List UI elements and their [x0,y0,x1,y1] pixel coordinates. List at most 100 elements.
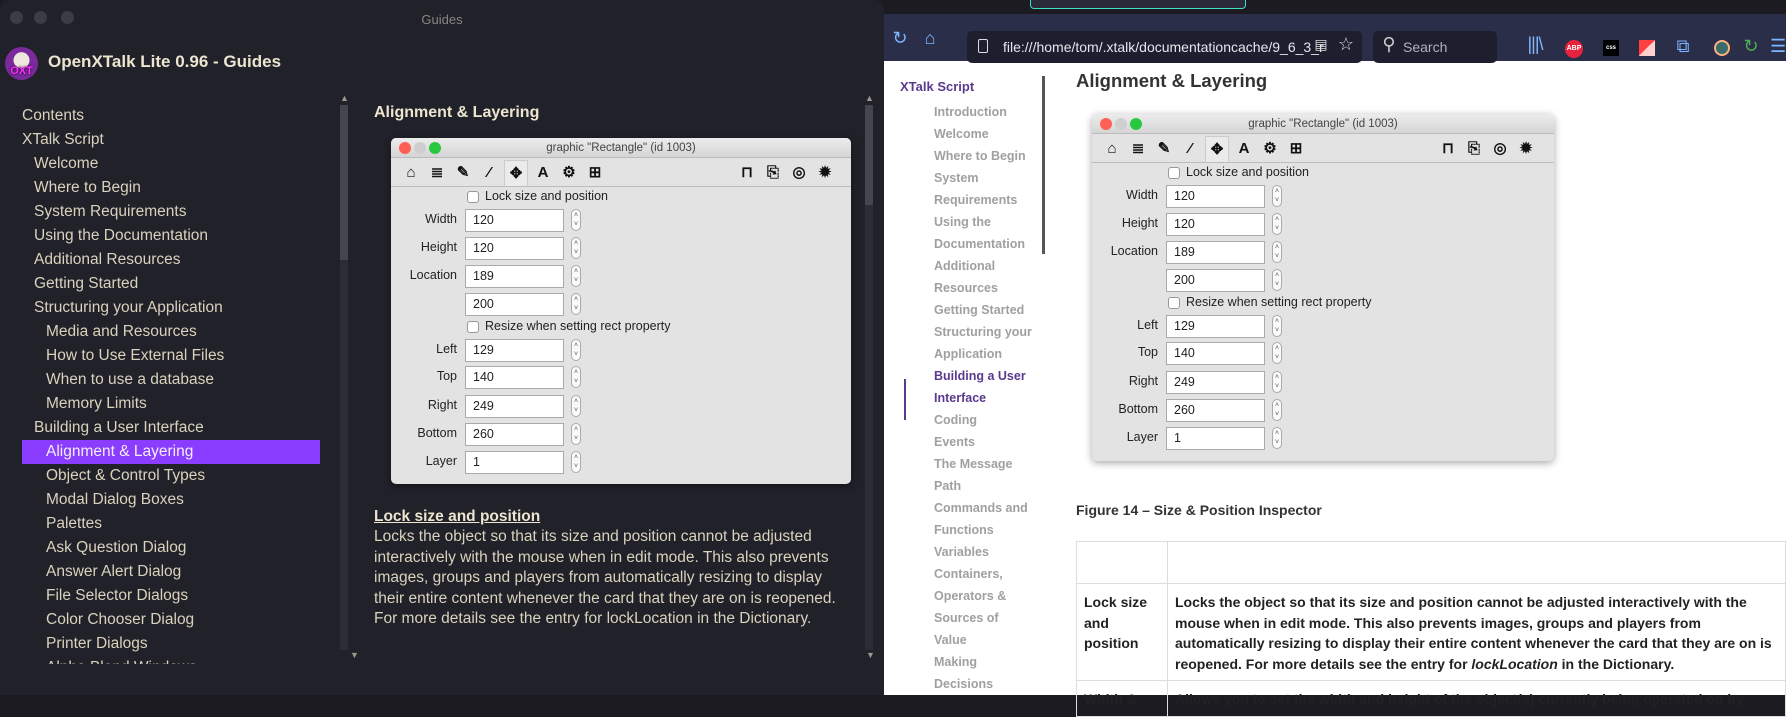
layer-field[interactable]: 1 [465,451,564,474]
sidebar-item[interactable]: Contents [22,104,320,128]
nav-item[interactable]: Commands and Functions [934,497,1034,541]
nav-item[interactable]: Getting Started [934,299,1034,321]
inspector-zoom[interactable] [1130,118,1142,130]
left-field[interactable]: 129 [465,339,564,362]
sidebar-scroll-down[interactable]: ▼ [350,650,359,660]
text-icon[interactable]: A [531,160,555,186]
library-icon[interactable]: |||\ [1524,34,1546,54]
home-icon[interactable]: ⌂ [399,160,423,186]
sidebar-item[interactable]: Modal Dialog Boxes [22,488,320,512]
inspector-min[interactable] [1115,118,1127,130]
top-stepper[interactable]: ˄ ˅ [571,366,581,388]
sidebar-item[interactable]: Building a User Interface [22,416,320,440]
sidebar-item[interactable]: Additional Resources [22,248,320,272]
bottom-field[interactable]: 260 [1166,399,1265,422]
nav-item[interactable]: Introduction [934,101,1034,123]
inspector-min[interactable] [414,142,426,154]
right-stepper[interactable]: ˄ ˅ [571,395,581,417]
sidebar-scrollbar[interactable] [340,105,348,650]
location-field[interactable]: 189 [465,265,564,288]
puzzle-icon[interactable]: ⧉ [1674,36,1692,56]
nav-item[interactable]: The Message Path [934,453,1034,497]
refresh-green-icon[interactable]: ↻ [1742,36,1760,56]
top-stepper[interactable]: ˄ ˅ [1272,342,1282,364]
sidebar-item[interactable]: When to use a database [22,368,320,392]
nav-item[interactable]: System Requirements [934,167,1034,211]
width-field[interactable]: 120 [465,209,564,232]
sidebar-item[interactable]: Where to Begin [22,176,320,200]
avatar-icon[interactable] [1714,40,1730,56]
lock-icon[interactable]: ⊓ [1436,136,1460,162]
nav-item[interactable]: Structuring your Application [934,321,1034,365]
bottom-field[interactable]: 260 [465,423,564,446]
location-field[interactable]: 189 [1166,241,1265,264]
width-field[interactable]: 120 [1166,185,1265,208]
sidebar-item[interactable]: Printer Dialogs [22,632,320,656]
sidebar-item[interactable]: Color Chooser Dialog [22,608,320,632]
left-field[interactable]: 129 [1166,315,1265,338]
sidebar-item[interactable]: System Requirements [22,200,320,224]
lock-checkbox[interactable] [467,191,479,203]
sidebar-item[interactable]: How to Use External Files [22,344,320,368]
layer-stepper[interactable]: ˄ ˅ [1272,427,1282,449]
css-icon[interactable]: css [1603,40,1619,56]
menu-icon[interactable]: ☰ [1770,36,1786,56]
nav-item[interactable]: Where to Begin [934,145,1034,167]
nav-item[interactable]: Making Decisions [934,651,1034,695]
sidebar-item[interactable]: Palettes [22,512,320,536]
lock-checkbox[interactable] [1168,167,1180,179]
script-icon[interactable]: ⎘ [761,160,785,186]
sidebar-item[interactable]: Alignment & Layering [22,440,320,464]
left-stepper[interactable]: ˄ ˅ [1272,315,1282,337]
location-y-stepper[interactable]: ˄ ˅ [571,293,581,315]
active-tab[interactable] [1030,0,1246,9]
layer-stepper[interactable]: ˄ ˅ [571,451,581,473]
magic-wand-icon[interactable]: ⁄ [477,160,501,186]
nav-item[interactable]: Variables [934,541,1034,563]
sidebar-item[interactable]: Getting Started [22,272,320,296]
right-stepper[interactable]: ˄ ˅ [1272,371,1282,393]
sidebar-item[interactable]: Object & Control Types [22,464,320,488]
inspector-close[interactable] [399,142,411,154]
left-stepper[interactable]: ˄ ˅ [571,339,581,361]
location-y-field[interactable]: 200 [1166,269,1265,292]
move-icon[interactable]: ✥ [1205,136,1229,162]
right-field[interactable]: 249 [1166,371,1265,394]
content-scroll-up[interactable]: ▲ [865,93,874,103]
bottom-stepper[interactable]: ˄ ˅ [1272,399,1282,421]
inspector-close[interactable] [1100,118,1112,130]
width-stepper[interactable]: ˄ ˅ [571,209,581,231]
nav-item[interactable]: Using the Documentation [934,211,1034,255]
target-icon[interactable]: ◎ [1488,136,1512,162]
gear-icon[interactable]: ✹ [813,160,837,186]
bottom-stepper[interactable]: ˄ ˅ [571,423,581,445]
url-bar[interactable]: file:///home/tom/.xtalk/documentationcac… [967,31,1362,63]
nav-item[interactable]: Additional Resources [934,255,1034,299]
height-stepper[interactable]: ˄ ˅ [1272,213,1282,235]
pencil-icon[interactable]: ✎ [1152,136,1176,162]
sidebar-item[interactable]: Memory Limits [22,392,320,416]
nav-item[interactable]: Welcome [934,123,1034,145]
nav-item[interactable]: Events [934,431,1034,453]
home-icon[interactable]: ⌂ [920,28,940,48]
magic-wand-icon[interactable]: ⁄ [1178,136,1202,162]
layers-icon[interactable] [1639,40,1655,56]
resize-checkbox[interactable] [1168,297,1180,309]
database-icon[interactable]: ≣ [425,160,449,186]
text-icon[interactable]: A [1232,136,1256,162]
sidebar-item[interactable]: Ask Question Dialog [22,536,320,560]
nav-item[interactable]: Coding [934,409,1034,431]
location-y-field[interactable]: 200 [465,293,564,316]
reader-view-icon[interactable]: ▤ [1312,34,1330,54]
sidebar-scroll-up[interactable]: ▲ [340,93,349,103]
pencil-icon[interactable]: ✎ [451,160,475,186]
location-y-stepper[interactable]: ˄ ˅ [1272,269,1282,291]
size-grid-icon[interactable]: ⊞ [1284,136,1308,162]
sidebar-item[interactable]: File Selector Dialogs [22,584,320,608]
size-grid-icon[interactable]: ⊞ [583,160,607,186]
sidebar-item[interactable]: Alpha Blend Windows [22,656,320,664]
content-scrollbar[interactable] [865,105,873,650]
sidebar-item[interactable]: Using the Documentation [22,224,320,248]
nav-item[interactable]: Building a User Interface [934,365,1034,409]
script-icon[interactable]: ⎘ [1462,136,1486,162]
